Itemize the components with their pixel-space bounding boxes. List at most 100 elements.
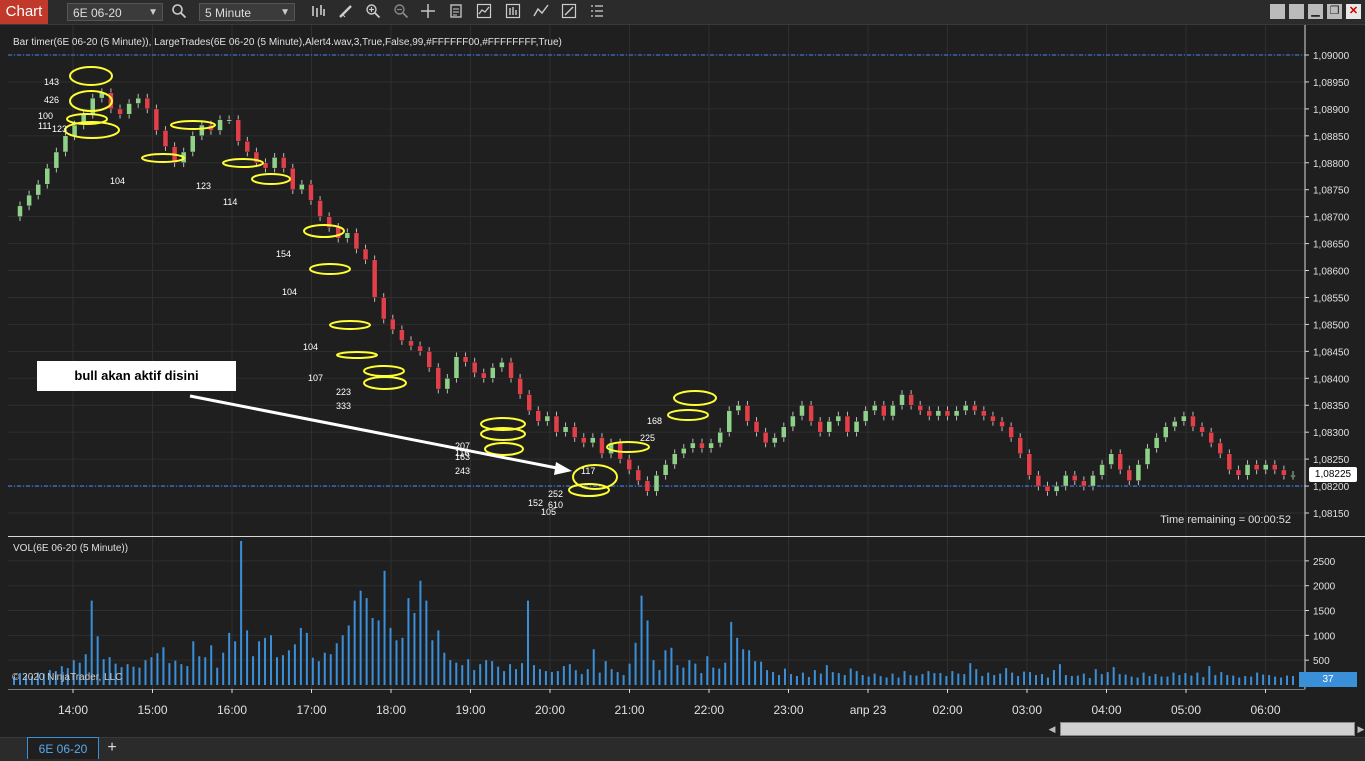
- volume-bar: [180, 664, 183, 685]
- volume-bar: [1076, 675, 1079, 685]
- volume-bar: [329, 654, 332, 685]
- bar-type-icon[interactable]: [309, 3, 327, 21]
- volume-bar: [210, 645, 213, 685]
- candle-up: [53, 151, 60, 169]
- strategies-icon[interactable]: [504, 3, 522, 21]
- large-trade-label: 114: [223, 197, 238, 207]
- large-trade-label: 107: [308, 373, 324, 383]
- price-chart[interactable]: 1,09000 1,08950 1,08900 1,08850 1,08800 1,087…: [0, 25, 1365, 537]
- candle-up: [1099, 464, 1105, 476]
- volume-bar: [162, 647, 165, 685]
- volume-bar: [341, 635, 344, 685]
- instrument-selector[interactable]: 6E 06-20 ▼: [67, 3, 163, 21]
- volume-bar: [778, 675, 781, 685]
- window-tile-button[interactable]: [1270, 4, 1285, 19]
- candle-up: [1144, 448, 1151, 465]
- interval-selector[interactable]: 5 Minute ▼: [199, 3, 295, 21]
- volume-bar: [748, 650, 751, 685]
- chevron-down-icon: ▼: [280, 7, 290, 18]
- properties-icon[interactable]: [560, 3, 578, 21]
- add-tab-button[interactable]: +: [104, 739, 120, 757]
- volume-bar: [706, 656, 709, 685]
- time-tick-label: 02:00: [932, 703, 962, 717]
- restore-button[interactable]: ❐: [1327, 4, 1342, 19]
- scroll-right-icon[interactable]: ▶: [1355, 722, 1365, 736]
- time-tick-label: 19:00: [455, 703, 485, 717]
- candle-down: [1281, 469, 1287, 476]
- volume-axis: 500 1000 1500 2000 2500: [1304, 537, 1336, 689]
- volume-bar: [365, 598, 368, 685]
- candle-down: [408, 340, 414, 347]
- indicators-icon[interactable]: [475, 3, 493, 21]
- candle-up: [126, 103, 132, 115]
- volume-bar: [1023, 671, 1026, 685]
- candle-down: [626, 458, 632, 471]
- volume-bar: [718, 668, 721, 685]
- zoom-out-icon[interactable]: [392, 3, 410, 21]
- price-tick-label: 1,08300: [1313, 428, 1350, 439]
- candle-down: [999, 421, 1005, 427]
- volume-bar: [1244, 676, 1247, 685]
- volume-panel[interactable]: 500 1000 1500 2000 2500: [0, 537, 1365, 689]
- candle-up: [953, 410, 960, 417]
- scroll-left-icon[interactable]: ◀: [1046, 722, 1058, 736]
- volume-bar: [544, 671, 547, 685]
- volume-bar: [772, 672, 775, 685]
- zoom-in-icon[interactable]: [364, 3, 382, 21]
- candle-up: [717, 431, 723, 444]
- candle-down: [371, 259, 378, 298]
- candle-down: [435, 367, 441, 390]
- window-tile-button-2[interactable]: [1289, 4, 1304, 19]
- minimize-button[interactable]: ▁: [1308, 4, 1323, 19]
- candle-down: [990, 415, 996, 422]
- drawing-tool-icon[interactable]: [337, 3, 355, 21]
- candle-up: [299, 184, 305, 190]
- volume-bar: [395, 640, 398, 685]
- volume-bar: [144, 660, 147, 685]
- candle-down: [517, 378, 523, 395]
- candle-up: [135, 97, 141, 104]
- close-button[interactable]: ✕: [1346, 4, 1361, 19]
- volume-bar: [789, 674, 792, 685]
- volume-bar: [353, 600, 356, 685]
- list-icon[interactable]: [588, 3, 606, 21]
- candle-up: [653, 475, 660, 492]
- candle-down: [235, 119, 241, 142]
- volume-bar: [216, 667, 219, 685]
- volume-bar: [311, 657, 314, 685]
- volume-bar: [234, 641, 237, 685]
- volume-bar: [1082, 673, 1085, 685]
- large-trade-label: 123: [196, 181, 212, 191]
- time-axis[interactable]: 14:00 15:00 16:00 17:00 18:00 19:00 20:00 21:00…: [0, 689, 1365, 721]
- candle-down: [390, 318, 396, 330]
- price-panel[interactable]: 1,09000 1,08950 1,08900 1,08850 1,08800 1,087…: [0, 25, 1365, 537]
- horizontal-scrollbar[interactable]: [1060, 722, 1355, 736]
- candle-down: [1008, 426, 1014, 438]
- time-tick-label: 17:00: [296, 703, 326, 717]
- volume-bar: [634, 642, 637, 685]
- chart-title-tab[interactable]: Chart: [0, 0, 48, 24]
- candle-up: [1153, 437, 1160, 449]
- large-trade-label: 100: [38, 111, 54, 121]
- data-box-icon[interactable]: [447, 3, 465, 21]
- volume-bar: [903, 671, 906, 685]
- candle-up: [790, 415, 796, 427]
- volume-bar: [437, 630, 440, 685]
- candle-down: [317, 200, 323, 217]
- candle-up: [735, 405, 742, 411]
- volume-bar: [1118, 674, 1121, 685]
- crosshair-icon[interactable]: [419, 3, 437, 21]
- candle-up: [344, 232, 351, 239]
- price-tick-label: 1,08950: [1313, 78, 1350, 89]
- volume-bar: [281, 655, 284, 685]
- candle-up: [62, 135, 69, 153]
- instrument-tab[interactable]: 6E 06-20: [27, 737, 99, 759]
- volume-bar: [1202, 677, 1205, 685]
- volume-bar: [975, 669, 978, 685]
- volume-chart[interactable]: 500 1000 1500 2000 2500: [0, 537, 1365, 689]
- templates-icon[interactable]: [532, 3, 550, 21]
- candle-down: [944, 410, 951, 417]
- search-icon[interactable]: [170, 3, 188, 21]
- large-trade-label: 117: [581, 466, 596, 476]
- candle-up: [226, 119, 232, 122]
